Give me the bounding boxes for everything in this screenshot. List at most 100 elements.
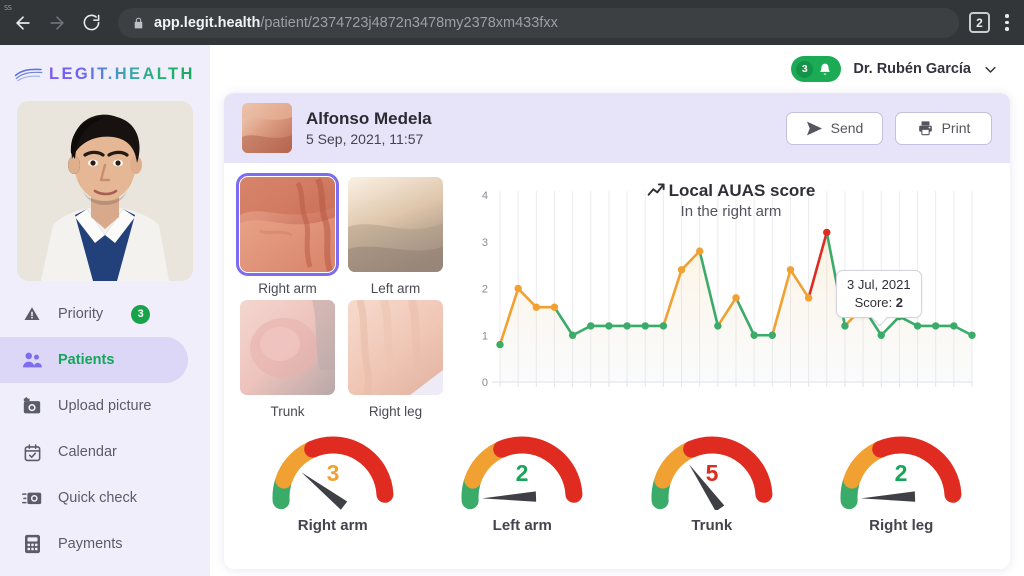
gauge-row: 3 Right arm 2 Left arm 5 Trunk 2 Right l…: [224, 419, 1010, 534]
sidebar-item-label: Priority: [58, 306, 104, 322]
chart-subtitle: In the right arm: [680, 203, 782, 220]
camera-fast-icon: [22, 489, 42, 507]
doctor-portrait-illustration: [17, 101, 193, 281]
thumbnail-image: [348, 177, 443, 272]
trend-up-icon: [647, 183, 665, 196]
logo-text: LEGIT.HEALTH: [49, 64, 195, 83]
thumbnail-right-arm[interactable]: Right arm: [236, 173, 339, 296]
thumbnail-label: Trunk: [270, 404, 305, 419]
tooltip-score-value: 2: [895, 294, 904, 310]
svg-text:5: 5: [705, 460, 718, 486]
patient-datetime: 5 Sep, 2021, 11:57: [306, 130, 424, 147]
print-button[interactable]: Print: [895, 111, 992, 145]
browser-toolbar: SS app.legit.health/patient/2374723j4872…: [0, 0, 1024, 45]
thumbnail-grid: Right arm Left arm Trunk Right leg: [236, 173, 462, 419]
thumbnail-image: [236, 173, 339, 276]
address-bar[interactable]: app.legit.health/patient/2374723j4872n34…: [118, 7, 959, 38]
chart-title-text: Local AUAS score: [668, 181, 816, 200]
sidebar-nav: Priority 3 Patients Upload picture Calen…: [0, 291, 210, 567]
paper-plane-icon: [806, 121, 822, 135]
gauge-left-arm[interactable]: 2 Left arm: [435, 425, 610, 534]
back-button[interactable]: [8, 8, 38, 38]
chart-tooltip: 3 Jul, 2021 Score: 2: [836, 270, 922, 326]
sidebar-item-payments[interactable]: Payments: [0, 521, 210, 567]
sidebar-item-label: Payments: [58, 536, 123, 552]
sidebar-item-label: Patients: [58, 352, 115, 368]
thumbnail-label: Right leg: [368, 404, 423, 419]
sidebar-item-calendar[interactable]: Calendar: [0, 429, 210, 475]
header-actions: Send Print: [786, 111, 992, 145]
screenshot-corner-label: SS: [4, 4, 12, 12]
thumbnail-image: [240, 300, 335, 395]
notifications-button[interactable]: 3: [791, 56, 842, 82]
reload-button[interactable]: [76, 8, 106, 38]
camera-add-icon: [22, 397, 42, 415]
svg-text:1: 1: [482, 330, 488, 342]
print-button-label: Print: [941, 120, 971, 136]
thumbnail-right-leg[interactable]: Right leg: [348, 300, 446, 419]
sidebar-item-label: Quick check: [58, 490, 137, 506]
gauge-label: Trunk: [691, 517, 733, 534]
logo-mark-icon: [14, 68, 43, 82]
calendar-icon: [22, 443, 42, 462]
patient-avatar[interactable]: [242, 103, 292, 153]
sidebar-item-quick-check[interactable]: Quick check: [0, 475, 210, 521]
tooltip-score: Score: 2: [847, 294, 911, 312]
forward-button[interactable]: [42, 8, 72, 38]
lock-icon: [134, 17, 143, 28]
tab-counter-button[interactable]: 2: [969, 12, 990, 33]
printer-icon: [918, 121, 932, 136]
sidebar: LEGIT.HEALTH Priority 3 Patients Upload …: [0, 45, 210, 576]
url-text: app.legit.health/patient/2374723j4872n34…: [154, 15, 558, 31]
sidebar-item-label: Calendar: [58, 444, 117, 460]
send-button-label: Send: [830, 120, 864, 136]
gauge-label: Right leg: [869, 517, 934, 534]
sidebar-item-upload-picture[interactable]: Upload picture: [0, 383, 210, 429]
svg-text:2: 2: [482, 284, 488, 296]
url-host: app.legit.health: [154, 14, 261, 31]
thumbnail-image: [348, 300, 443, 395]
top-bar: 3 Dr. Rubén García: [224, 45, 1010, 93]
gauge-label: Left arm: [492, 517, 552, 534]
people-icon: [22, 351, 42, 369]
url-path: /patient/2374723j4872n3478my2378xm433fxx: [260, 14, 558, 31]
sidebar-item-priority[interactable]: Priority 3: [0, 291, 210, 337]
priority-badge: 3: [131, 304, 151, 324]
patient-info: Alfonso Medela 5 Sep, 2021, 11:57: [306, 108, 432, 147]
thumbnail-trunk[interactable]: Trunk: [240, 300, 338, 419]
main-content: 3 Dr. Rubén García Alfonso Medela 5 Sep,…: [210, 45, 1024, 576]
thumbnail-label: Left arm: [370, 281, 421, 296]
svg-text:2: 2: [895, 460, 908, 486]
auas-chart: Local AUAS score In the right arm 01234 …: [462, 175, 1000, 419]
notification-count-badge: 3: [796, 60, 814, 78]
gauge-label: Right arm: [297, 517, 368, 534]
svg-text:3: 3: [482, 237, 488, 249]
gauge-trunk[interactable]: 5 Trunk: [624, 425, 799, 534]
chevron-down-icon[interactable]: [983, 62, 998, 77]
sidebar-item-label: Upload picture: [58, 398, 152, 414]
chart-title: Local AUAS score: [462, 181, 1000, 201]
gauge-right-arm[interactable]: 3 Right arm: [245, 425, 420, 534]
warning-icon: [22, 305, 42, 323]
doctor-name[interactable]: Dr. Rubén García: [853, 61, 971, 77]
sidebar-item-patients[interactable]: Patients: [0, 337, 188, 383]
card-body: Right arm Left arm Trunk Right leg Local…: [224, 163, 1010, 419]
app-root: LEGIT.HEALTH Priority 3 Patients Upload …: [0, 45, 1024, 576]
doctor-photo: [17, 101, 193, 281]
svg-text:3: 3: [326, 460, 339, 486]
browser-menu-button[interactable]: [998, 14, 1016, 31]
patient-name: Alfonso Medela: [306, 109, 432, 129]
patient-header: Alfonso Medela 5 Sep, 2021, 11:57 Send P…: [224, 93, 1010, 163]
tooltip-date: 3 Jul, 2021: [847, 277, 911, 292]
patient-card: Alfonso Medela 5 Sep, 2021, 11:57 Send P…: [224, 93, 1010, 569]
svg-text:0: 0: [482, 377, 488, 389]
send-button[interactable]: Send: [786, 111, 883, 145]
tooltip-score-label: Score:: [854, 294, 893, 310]
svg-text:2: 2: [516, 460, 529, 486]
gauge-right-leg[interactable]: 2 Right leg: [814, 425, 989, 534]
app-logo[interactable]: LEGIT.HEALTH: [0, 59, 210, 89]
thumbnail-left-arm[interactable]: Left arm: [348, 177, 446, 296]
thumbnail-label: Right arm: [258, 281, 317, 296]
calculator-icon: [22, 534, 42, 554]
bell-icon: [820, 63, 831, 75]
